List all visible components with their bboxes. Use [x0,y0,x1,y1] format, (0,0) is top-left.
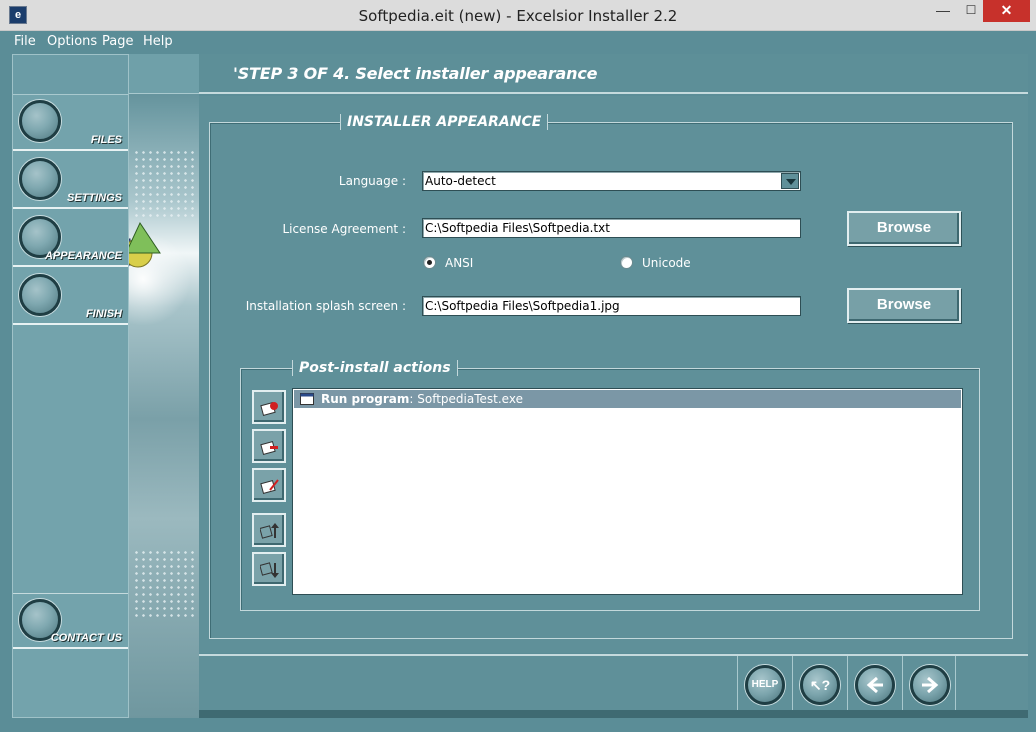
logo-shapes-icon [129,221,161,268]
menu-options[interactable]: Options [47,34,97,49]
sidebar-item-files[interactable]: FILES [13,95,128,151]
action-type: Run program [321,392,410,406]
window-title: Softpedia.eit (new) - Excelsior Installe… [358,7,678,25]
help-label: HELP [745,665,785,705]
license-path-field[interactable]: C:\Softpedia Files\Softpedia.txt [422,218,801,238]
move-up-button[interactable] [252,513,286,547]
minimize-button[interactable]: — [930,0,956,22]
menu-bar: File Options Page Help [8,31,1030,52]
license-browse-button[interactable]: Browse [847,211,961,246]
license-label: License Agreement : [282,222,406,236]
edit-action-button[interactable] [252,468,286,502]
move-down-button[interactable] [252,552,286,586]
action-target: SoftpediaTest.exe [417,392,523,406]
window-border-left [0,31,8,732]
arrow-left-icon-svg [866,676,883,694]
arrow-right-icon [910,665,950,705]
ansi-label: ANSI [445,256,474,270]
dot-pattern [133,549,195,619]
menu-help[interactable]: Help [143,34,173,49]
next-button[interactable] [902,656,956,710]
title-bar: e Softpedia.eit (new) - Excelsior Instal… [0,0,1036,31]
move-up-icon [260,523,279,539]
close-button[interactable]: ✕ [983,0,1030,22]
page-title: 'STEP 3 OF 4. Select installer appearanc… [233,64,598,83]
dot-pattern [133,149,195,219]
strip-header [129,54,199,94]
remove-action-button[interactable] [252,429,286,463]
sidebar-item-label: SETTINGS [66,192,122,204]
list-item[interactable]: Run program: SoftpediaTest.exe [294,390,961,408]
sidebar-item-settings[interactable]: SETTINGS [13,153,128,209]
sidebar: FILES SETTINGS APPEARANCE FINISH CONTACT… [12,54,129,718]
back-button[interactable] [847,656,901,710]
remove-action-icon [260,441,278,455]
window-border-bottom [0,718,1036,732]
sidebar-item-finish[interactable]: FINISH [13,269,128,325]
arrow-right-icon-svg [922,676,939,694]
sidebar-item-appearance[interactable]: APPEARANCE [13,211,128,267]
move-down-icon [260,562,279,578]
edit-action-icon [260,479,279,494]
help-button[interactable]: HELP [737,656,791,710]
sidebar-item-label: FINISH [85,308,122,320]
add-action-icon [260,402,278,416]
ansi-radio[interactable] [423,256,436,269]
window-border-right [1030,31,1036,732]
post-install-title: Post-install actions [292,360,458,376]
decorative-strip [129,54,199,718]
context-help-button[interactable]: ↖? [792,656,846,710]
nav-circle-icon [19,274,61,316]
post-install-list[interactable]: Run program: SoftpediaTest.exe [292,388,963,595]
chevron-down-icon[interactable] [781,173,799,189]
group-title: INSTALLER APPEARANCE [340,114,549,130]
context-help-icon: ↖? [800,665,840,705]
sidebar-item-label: APPEARANCE [44,250,122,262]
language-dropdown[interactable]: Auto-detect [422,171,801,191]
menu-file[interactable]: File [14,34,36,49]
contact-us-button[interactable]: CONTACT US [13,593,128,649]
unicode-label: Unicode [642,256,691,270]
splash-label: Installation splash screen : [245,299,406,313]
language-label: Language : [338,174,406,188]
sidebar-header [13,55,128,95]
arrow-left-icon [855,665,895,705]
sidebar-item-label: FILES [90,134,122,146]
unicode-radio[interactable] [620,256,633,269]
nav-circle-icon [19,158,61,200]
add-action-button[interactable] [252,390,286,424]
menu-page[interactable]: Page [102,34,133,49]
maximize-button[interactable]: ☐ [958,0,984,22]
run-program-icon [300,393,314,405]
bottom-strip [199,710,1028,718]
nav-circle-icon [19,100,61,142]
contact-us-label: CONTACT US [50,632,122,644]
splash-path-field[interactable]: C:\Softpedia Files\Softpedia1.jpg [422,296,801,316]
splash-browse-button[interactable]: Browse [847,288,961,323]
language-value: Auto-detect [425,174,496,188]
